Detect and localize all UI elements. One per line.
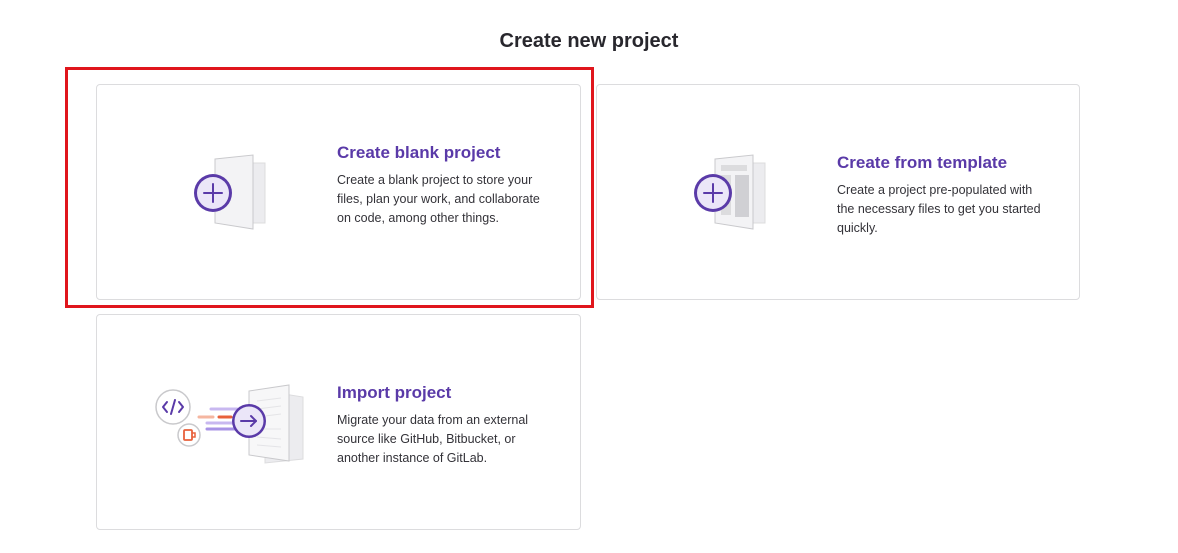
- create-from-template-description: Create a project pre-populated with the …: [837, 183, 1041, 235]
- create-blank-project-description: Create a blank project to store your fil…: [337, 173, 540, 225]
- page-title: Create new project: [499, 30, 679, 52]
- import-project-title[interactable]: Import project: [337, 382, 552, 403]
- create-from-template-title[interactable]: Create from template: [837, 152, 1052, 173]
- create-from-template-card[interactable]: Create from template Create a project pr…: [596, 84, 1080, 300]
- import-project-card[interactable]: Import project Migrate your data from an…: [96, 314, 581, 530]
- import-project-illustration-icon: [155, 384, 304, 464]
- blank-project-illustration-icon: [194, 154, 266, 230]
- create-blank-project-title[interactable]: Create blank project: [337, 142, 552, 163]
- template-project-illustration-icon: [694, 154, 766, 230]
- create-blank-project-card[interactable]: Create blank project Create a blank proj…: [96, 84, 581, 300]
- import-project-description: Migrate your data from an external sourc…: [337, 413, 529, 465]
